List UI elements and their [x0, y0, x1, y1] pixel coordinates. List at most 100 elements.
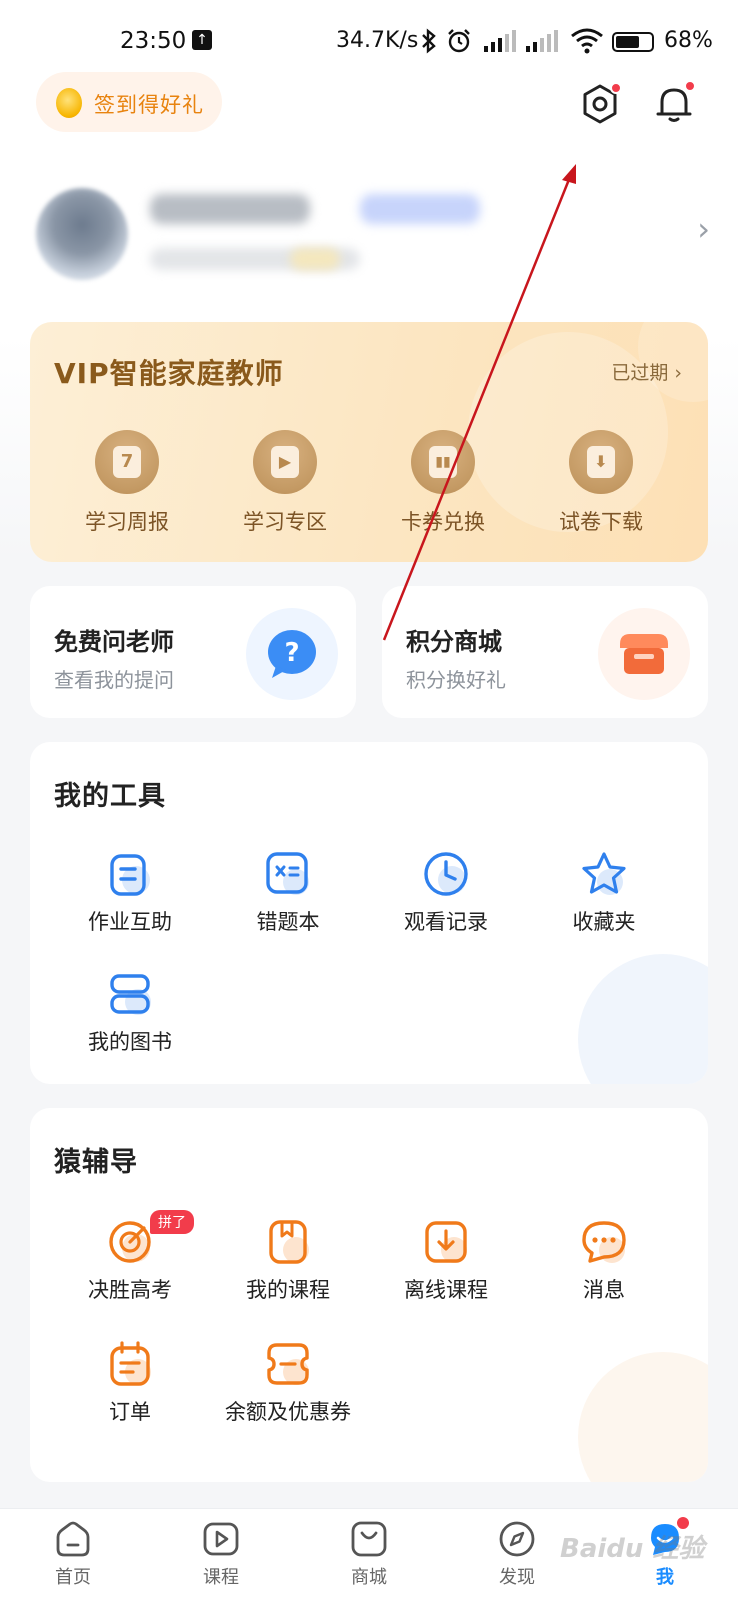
battery-percent: 68%	[664, 28, 713, 53]
vip-item-label: 试卷下载	[559, 510, 643, 534]
target-icon	[106, 1218, 154, 1266]
profile-row[interactable]: ›	[30, 180, 720, 290]
tab-label: 发现	[499, 1567, 535, 1588]
tool-watch-history[interactable]: 观看记录	[366, 850, 526, 936]
points-mall-title: 积分商城	[406, 628, 502, 656]
ask-teacher-card[interactable]: 免费问老师 查看我的提问 ?	[30, 586, 356, 718]
tool-label: 错题本	[256, 910, 320, 934]
tab-discover[interactable]: 发现	[472, 1519, 562, 1589]
tool-label: 订单	[109, 1400, 151, 1424]
mistake-book-icon	[264, 850, 312, 898]
blurred-username	[150, 194, 310, 224]
tool-label: 作业互助	[88, 910, 172, 934]
tutor-balance-coupons[interactable]: 余额及优惠券	[208, 1340, 368, 1426]
tab-label: 课程	[203, 1567, 239, 1588]
play-icon: ▶	[253, 430, 317, 494]
play-icon	[201, 1519, 241, 1559]
tool-favorites[interactable]: 收藏夹	[524, 850, 684, 936]
tutor-offline-courses[interactable]: 离线课程	[366, 1218, 526, 1304]
tool-label: 我的课程	[246, 1278, 330, 1302]
section-decoration	[578, 954, 708, 1084]
tab-courses[interactable]: 课程	[176, 1519, 266, 1589]
status-bar: 23:50 ↑ 34.7K/s 68%	[0, 22, 738, 62]
bell-icon[interactable]	[652, 80, 696, 126]
course-book-icon	[264, 1218, 312, 1266]
clock-icon	[422, 850, 470, 898]
order-icon	[106, 1340, 154, 1388]
tool-my-books[interactable]: 我的图书	[50, 970, 210, 1056]
calendar-icon: 7	[95, 430, 159, 494]
shop-icon	[598, 608, 690, 700]
vip-item-study-zone[interactable]: ▶ 学习专区	[220, 430, 350, 536]
homework-icon	[106, 850, 154, 898]
signal-icon-2	[526, 30, 562, 52]
tool-label: 离线课程	[404, 1278, 488, 1302]
vip-card[interactable]: VIP智能家庭教师 已过期 › 7 学习周报 ▶ 学习专区 ▮▮ 卡券兑换 ⬇ …	[30, 322, 708, 562]
vip-item-label: 卡券兑换	[401, 510, 485, 534]
tab-label: 商城	[351, 1567, 387, 1588]
tab-mall[interactable]: 商城	[324, 1519, 414, 1589]
tutor-my-courses[interactable]: 我的课程	[208, 1218, 368, 1304]
upload-icon: ↑	[192, 30, 212, 50]
points-mall-card[interactable]: 积分商城 积分换好礼	[382, 586, 708, 718]
tool-label: 决胜高考	[88, 1278, 172, 1302]
vip-item-paper-download[interactable]: ⬇ 试卷下载	[536, 430, 666, 536]
download-icon: ⬇	[569, 430, 633, 494]
wallet-icon	[264, 1340, 312, 1388]
section-decoration	[578, 1352, 708, 1482]
tool-label: 观看记录	[404, 910, 488, 934]
tool-mistake-book[interactable]: 错题本	[208, 850, 368, 936]
tab-label: 首页	[55, 1567, 91, 1588]
tool-label: 收藏夹	[572, 910, 636, 934]
ask-teacher-title: 免费问老师	[54, 628, 174, 656]
bluetooth-icon	[420, 28, 438, 59]
coin-icon	[56, 88, 82, 118]
wifi-icon	[570, 26, 604, 59]
chat-icon	[580, 1218, 628, 1266]
settings-badge-dot	[610, 82, 622, 94]
bell-badge-dot	[684, 80, 696, 92]
tool-label: 我的图书	[88, 1030, 172, 1054]
network-speed: 34.7K/s	[336, 28, 419, 53]
tool-homework-help[interactable]: 作业互助	[50, 850, 210, 936]
status-time: 23:50	[120, 28, 187, 54]
settings-icon[interactable]	[578, 82, 622, 126]
ask-teacher-subtitle: 查看我的提问	[54, 668, 174, 692]
star-icon	[580, 850, 628, 898]
vip-item-label: 学习专区	[243, 510, 327, 534]
signin-label: 签到得好礼	[94, 93, 204, 117]
tutoring-section: 猿辅导 拼了 决胜高考 我的课程 离线课程 消息 订单 余额及优惠券	[30, 1108, 708, 1482]
watermark: Baidu 经验	[560, 1534, 705, 1564]
vip-item-weekly-report[interactable]: 7 学习周报	[62, 430, 192, 536]
signin-button[interactable]: 签到得好礼	[36, 72, 222, 132]
tutor-messages[interactable]: 消息	[524, 1218, 684, 1304]
signal-icon-1	[484, 30, 520, 52]
battery-fill	[616, 36, 640, 48]
svg-text:?: ?	[284, 638, 299, 668]
tutor-gaokao[interactable]: 拼了 决胜高考	[50, 1210, 210, 1304]
question-bubble-icon: ?	[246, 608, 338, 700]
books-icon	[106, 970, 154, 1018]
promo-badge: 拼了	[150, 1210, 194, 1234]
tutor-orders[interactable]: 订单	[50, 1340, 210, 1426]
vip-item-label: 学习周报	[85, 510, 169, 534]
tool-label: 消息	[583, 1278, 625, 1302]
tool-label: 余额及优惠券	[225, 1400, 351, 1424]
tab-home[interactable]: 首页	[28, 1519, 118, 1589]
compass-icon	[497, 1519, 537, 1559]
avatar	[36, 188, 128, 280]
my-tools-section: 我的工具 作业互助 错题本 观看记录 收藏夹 我的图书	[30, 742, 708, 1084]
tab-label: 我	[656, 1567, 674, 1588]
ticket-icon: ▮▮	[411, 430, 475, 494]
home-icon	[53, 1519, 93, 1559]
tutoring-title: 猿辅导	[54, 1147, 138, 1178]
blurred-tag	[360, 194, 480, 224]
battery-icon	[612, 32, 654, 52]
bag-icon	[349, 1519, 389, 1559]
points-mall-subtitle: 积分换好礼	[406, 668, 506, 692]
vip-title: VIP智能家庭教师	[54, 357, 284, 390]
blurred-badge	[290, 248, 340, 270]
vip-item-coupon-redeem[interactable]: ▮▮ 卡券兑换	[378, 430, 508, 536]
vip-status-link[interactable]: 已过期 ›	[611, 358, 682, 385]
download-icon	[422, 1218, 470, 1266]
